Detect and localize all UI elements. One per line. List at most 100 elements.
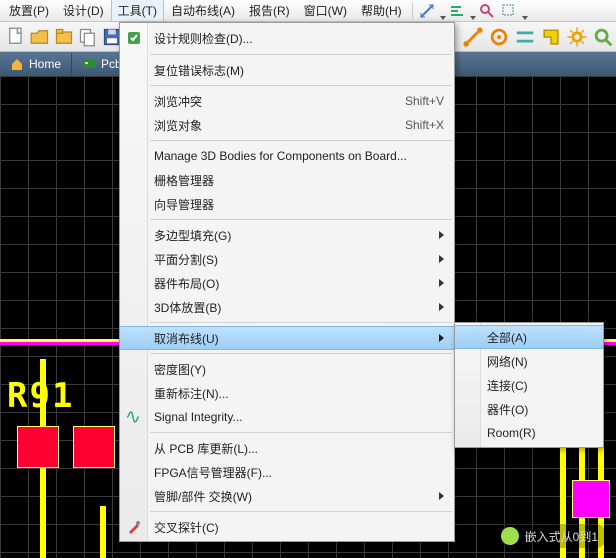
menu-item-browse-objects[interactable]: 浏览对象 Shift+X	[120, 113, 454, 137]
menu-item-label: 连接(C)	[487, 377, 528, 394]
browse-icon[interactable]	[54, 27, 74, 47]
pad	[572, 480, 610, 518]
align-icon[interactable]	[449, 3, 465, 19]
menu-design[interactable]: 设计(D)	[56, 0, 111, 22]
dropdown-icon[interactable]	[440, 9, 446, 13]
menu-separator	[150, 432, 452, 433]
menu-item-label: Manage 3D Bodies for Components on Board…	[154, 149, 444, 163]
open-icon[interactable]	[30, 27, 50, 47]
si-icon	[126, 409, 142, 425]
menu-separator	[150, 54, 452, 55]
menu-item-3d-body-placement[interactable]: 3D体放置(B)	[120, 295, 454, 319]
menu-item-label: 浏览冲突	[154, 93, 393, 110]
pad	[73, 426, 115, 468]
wechat-icon	[501, 527, 519, 545]
menu-item-label: 浏览对象	[154, 117, 393, 134]
menu-item-update-from-lib[interactable]: 从 PCB 库更新(L)...	[120, 436, 454, 460]
submenu-arrow-icon	[439, 279, 444, 287]
new-icon[interactable]	[6, 27, 26, 47]
pad	[17, 426, 59, 468]
home-icon	[10, 57, 24, 71]
menu-item-label: 从 PCB 库更新(L)...	[154, 440, 444, 457]
menu-item-browse-violations[interactable]: 浏览冲突 Shift+V	[120, 89, 454, 113]
menu-item-guide-manager[interactable]: 向导管理器	[120, 192, 454, 216]
menu-item-label: 栅格管理器	[154, 172, 444, 189]
menu-item-label: Room(R)	[487, 426, 536, 440]
find-similar-icon[interactable]	[479, 3, 495, 19]
unroute-submenu: 全部(A) 网络(N) 连接(C) 器件(O) Room(R)	[454, 322, 604, 448]
menu-item-label: 管脚/部件 交换(W)	[154, 488, 429, 505]
menu-item-label: 向导管理器	[154, 196, 444, 213]
copy-icon[interactable]	[78, 27, 98, 47]
menu-item-split-plane[interactable]: 平面分割(S)	[120, 247, 454, 271]
dropdown-icon[interactable]	[470, 9, 476, 13]
watermark: 嵌入式从0到1	[493, 524, 606, 548]
submenu-item-net[interactable]: 网络(N)	[455, 349, 603, 373]
menubar-sep	[412, 3, 413, 19]
submenu-arrow-icon	[439, 231, 444, 239]
submenu-arrow-icon	[439, 303, 444, 311]
pcb-icon	[82, 57, 96, 71]
menu-item-shortcut: Shift+V	[405, 94, 444, 108]
menu-separator	[150, 353, 452, 354]
menu-item-signal-integrity[interactable]: Signal Integrity...	[120, 405, 454, 429]
watermark-text: 嵌入式从0到1	[525, 528, 598, 545]
menu-item-cross-probe[interactable]: 交叉探针(C)	[120, 515, 454, 539]
submenu-item-component[interactable]: 器件(O)	[455, 397, 603, 421]
polygon-icon[interactable]	[540, 27, 562, 47]
tools-dropdown: 设计规则检查(D)... 复位错误标志(M) 浏览冲突 Shift+V 浏览对象 S…	[119, 22, 455, 542]
submenu-item-connection[interactable]: 连接(C)	[455, 373, 603, 397]
menu-item-polygon-pour[interactable]: 多边型填充(G)	[120, 223, 454, 247]
menu-item-fpga-signal-manager[interactable]: FPGA信号管理器(F)...	[120, 460, 454, 484]
via-icon[interactable]	[488, 27, 510, 47]
menu-item-component-placement[interactable]: 器件布局(O)	[120, 271, 454, 295]
selection-icon[interactable]	[501, 3, 517, 19]
menu-item-manage-3d[interactable]: Manage 3D Bodies for Components on Board…	[120, 144, 454, 168]
menu-item-label: 交叉探针(C)	[154, 519, 444, 536]
menu-report[interactable]: 报告(R)	[242, 0, 297, 22]
menu-item-drc[interactable]: 设计规则检查(D)...	[120, 25, 454, 51]
diff-pair-icon[interactable]	[514, 27, 536, 47]
menu-item-pin-swap[interactable]: 管脚/部件 交换(W)	[120, 484, 454, 508]
menu-autoroute[interactable]: 自动布线(A)	[164, 0, 242, 22]
menu-item-label: 器件(O)	[487, 401, 528, 418]
menu-item-label: 复位错误标志(M)	[154, 62, 444, 79]
menu-window[interactable]: 窗口(W)	[297, 0, 354, 22]
menu-tools[interactable]: 工具(T)	[111, 0, 164, 22]
tab-label: Home	[29, 57, 61, 71]
trace	[100, 506, 106, 558]
menu-item-label: 多边型填充(G)	[154, 227, 429, 244]
inspect-icon[interactable]	[592, 27, 614, 47]
menu-item-label: FPGA信号管理器(F)...	[154, 464, 444, 481]
menu-item-grid-manager[interactable]: 栅格管理器	[120, 168, 454, 192]
menu-help[interactable]: 帮助(H)	[354, 0, 409, 22]
submenu-arrow-icon	[439, 255, 444, 263]
menu-item-density-map[interactable]: 密度图(Y)	[120, 357, 454, 381]
menu-item-unroute[interactable]: 取消布线(U)	[120, 326, 454, 350]
drc-icon	[126, 30, 142, 46]
menu-item-label: 网络(N)	[487, 353, 528, 370]
gear-icon[interactable]	[566, 27, 588, 47]
submenu-arrow-icon	[439, 334, 444, 342]
menu-item-label: 密度图(Y)	[154, 361, 444, 378]
menu-item-label: 重新标注(N)...	[154, 385, 444, 402]
menu-item-label: 全部(A)	[487, 329, 527, 346]
submenu-item-all[interactable]: 全部(A)	[455, 325, 603, 349]
refdes-text: R91	[7, 376, 74, 416]
net-icon[interactable]	[462, 27, 484, 47]
menu-separator	[150, 140, 452, 141]
submenu-item-room[interactable]: Room(R)	[455, 421, 603, 445]
menu-separator	[150, 219, 452, 220]
menubar: 放置(P) 设计(D) 工具(T) 自动布线(A) 报告(R) 窗口(W) 帮助…	[0, 0, 616, 22]
dimension-icon[interactable]	[419, 3, 435, 19]
menu-item-reset-error[interactable]: 复位错误标志(M)	[120, 58, 454, 82]
menu-place[interactable]: 放置(P)	[2, 0, 56, 22]
menu-separator	[150, 85, 452, 86]
probe-icon	[126, 519, 142, 535]
menu-item-shortcut: Shift+X	[405, 118, 444, 132]
menu-item-reannotate[interactable]: 重新标注(N)...	[120, 381, 454, 405]
menu-item-label: Signal Integrity...	[154, 410, 444, 424]
tab-home[interactable]: Home	[0, 53, 72, 75]
dropdown-icon[interactable]	[522, 9, 528, 13]
menu-item-label: 平面分割(S)	[154, 251, 429, 268]
